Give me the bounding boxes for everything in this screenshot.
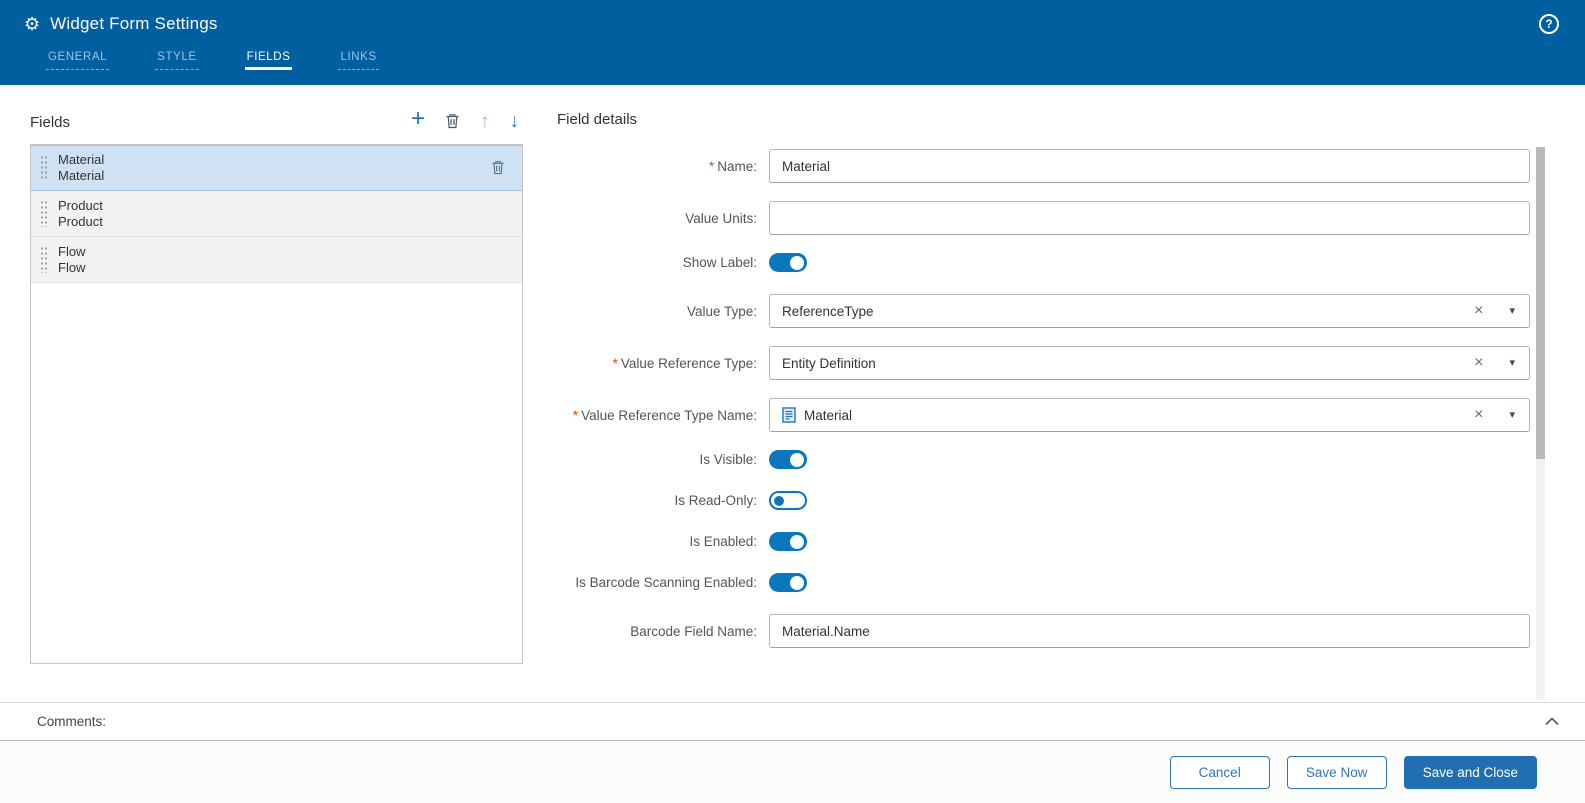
tab-style[interactable]: STYLE (155, 49, 199, 70)
save-now-button[interactable]: Save Now (1286, 755, 1387, 789)
clear-icon[interactable]: × (1474, 407, 1483, 423)
collapse-comments-button[interactable] (1545, 717, 1559, 726)
value-reference-type-name-label: Value Reference Type Name: (581, 407, 757, 423)
drag-handle-icon[interactable] (40, 200, 47, 227)
entity-definition-icon (782, 407, 796, 423)
value-type-label: Value Type: (686, 303, 757, 319)
is-barcode-scanning-enabled-row: Is Barcode Scanning Enabled: (557, 573, 1530, 592)
comments-bar: Comments: (0, 702, 1585, 740)
field-list-item-flow[interactable]: Flow Flow (31, 237, 522, 283)
comments-label: Comments: (37, 714, 107, 729)
name-label: Name: (717, 158, 757, 174)
is-barcode-scanning-enabled-toggle[interactable] (769, 573, 807, 592)
field-details-title: Field details (557, 111, 638, 128)
field-item-subtitle: Material (58, 168, 105, 183)
barcode-field-name-input[interactable] (769, 614, 1530, 648)
name-row: * Name: (557, 149, 1530, 183)
move-down-button[interactable]: ↓ (510, 112, 520, 131)
chevron-down-icon[interactable]: ▾ (1509, 357, 1515, 369)
details-scrollbar[interactable] (1536, 147, 1545, 700)
value-type-value: ReferenceType (782, 303, 874, 319)
tab-fields[interactable]: FIELDS (244, 49, 293, 70)
tab-links[interactable]: LINKS (338, 49, 379, 70)
delete-item-button[interactable] (491, 160, 505, 180)
barcode-field-name-row: Barcode Field Name: (557, 614, 1530, 648)
value-type-dropdown[interactable]: ReferenceType × ▾ (769, 294, 1530, 328)
trash-icon (446, 114, 459, 129)
help-icon[interactable]: ? (1539, 14, 1559, 34)
page-title: Widget Form Settings (50, 14, 218, 33)
value-units-label: Value Units: (685, 210, 757, 226)
is-read-only-toggle[interactable] (769, 491, 807, 510)
show-label-row: Show Label: (557, 253, 1530, 272)
title-bar: ⚙ Widget Form Settings ? (0, 0, 1585, 48)
move-up-button[interactable]: ↑ (480, 112, 490, 131)
value-units-input[interactable] (769, 201, 1530, 235)
chevron-down-icon[interactable]: ▾ (1509, 305, 1515, 317)
barcode-field-name-label: Barcode Field Name: (630, 623, 757, 639)
field-item-name: Material (58, 152, 105, 167)
required-marker: * (612, 355, 618, 371)
value-reference-type-value: Entity Definition (782, 355, 876, 371)
field-item-name: Flow (58, 243, 86, 259)
is-enabled-row: Is Enabled: (557, 532, 1530, 551)
trash-icon (492, 161, 504, 175)
tab-general[interactable]: GENERAL (46, 49, 110, 70)
field-list: Material Material Product Product Flow F… (30, 144, 523, 664)
is-visible-toggle[interactable] (769, 450, 807, 469)
value-units-row: Value Units: (557, 201, 1530, 235)
fields-panel-title: Fields (30, 114, 71, 131)
required-marker: * (708, 158, 715, 174)
field-item-subtitle: Flow (58, 259, 86, 275)
value-reference-type-name-value: Material (804, 407, 853, 423)
main-content: Fields + ↑ ↓ Material Material Product P… (0, 85, 1585, 702)
value-reference-type-name-dropdown[interactable]: Material × ▾ (769, 398, 1530, 432)
scrollbar-thumb[interactable] (1536, 147, 1545, 459)
field-item-subtitle: Product (58, 213, 103, 229)
is-enabled-toggle[interactable] (769, 532, 807, 551)
drag-handle-icon[interactable] (40, 246, 47, 273)
cancel-button[interactable]: Cancel (1169, 755, 1270, 789)
save-and-close-button[interactable]: Save and Close (1403, 755, 1537, 789)
clear-icon[interactable]: × (1474, 303, 1483, 319)
field-item-name: Product (58, 197, 103, 213)
fields-toolbar: + ↑ ↓ (411, 107, 520, 131)
footer-bar: Cancel Save Now Save and Close (0, 740, 1585, 803)
field-details-panel: Field details *Name: Value Units: (523, 85, 1545, 702)
tab-bar: GENERAL STYLE FIELDS LINKS (0, 49, 1585, 70)
field-list-item-product[interactable]: Product Product (31, 191, 522, 237)
field-details-form: *Name: Value Units: Show Label: (557, 149, 1545, 648)
value-reference-type-row: * Value Reference Type: Entity Definition… (557, 346, 1530, 380)
show-label-label: Show Label: (682, 255, 757, 270)
clear-icon[interactable]: × (1474, 355, 1483, 371)
is-read-only-label: Is Read-Only: (674, 493, 757, 508)
chevron-down-icon[interactable]: ▾ (1509, 409, 1515, 421)
fields-panel: Fields + ↑ ↓ Material Material Product P… (30, 85, 523, 702)
value-reference-type-label: Value Reference Type: (620, 355, 757, 371)
value-reference-type-dropdown[interactable]: Entity Definition × ▾ (769, 346, 1530, 380)
delete-field-button[interactable] (445, 113, 460, 129)
name-input[interactable] (769, 149, 1530, 183)
is-enabled-label: Is Enabled: (689, 534, 757, 549)
is-read-only-row: Is Read-Only: (557, 491, 1530, 510)
is-barcode-scanning-enabled-label: Is Barcode Scanning Enabled: (575, 575, 757, 590)
chevron-up-icon (1545, 717, 1559, 726)
value-type-row: Value Type: ReferenceType × ▾ (557, 294, 1530, 328)
required-marker: * (572, 407, 579, 423)
show-label-toggle[interactable] (769, 253, 807, 272)
add-field-button[interactable]: + (411, 107, 425, 131)
is-visible-label: Is Visible: (699, 452, 757, 467)
is-visible-row: Is Visible: (557, 450, 1530, 469)
drag-handle-icon[interactable] (40, 155, 47, 181)
value-reference-type-name-row: * Value Reference Type Name: Material × ▾ (557, 398, 1530, 432)
gear-icon: ⚙ (24, 14, 41, 34)
top-bar: ⚙ Widget Form Settings ? GENERAL STYLE F… (0, 0, 1585, 85)
field-list-item-material[interactable]: Material Material (31, 145, 522, 191)
